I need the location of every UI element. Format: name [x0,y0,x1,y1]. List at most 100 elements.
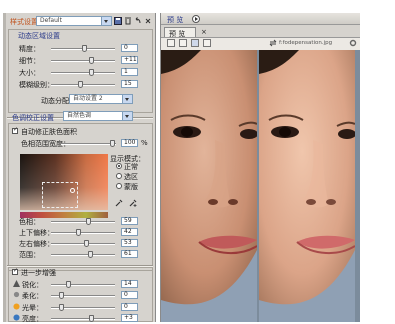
dynamic-dropdown-value: 自动设置 2 [73,95,103,102]
collapse-icon[interactable] [11,32,17,38]
before-image [161,50,257,322]
slider-label: 模糊级别： [19,81,54,89]
slider-track[interactable] [51,232,115,234]
slider-value[interactable]: 59 [121,217,138,225]
slider-value[interactable]: 14 [121,280,138,288]
chevron-down-icon [122,112,132,120]
slider-track[interactable] [51,84,115,86]
delete-icon[interactable] [124,17,132,25]
mode-radio-selection[interactable] [116,173,122,179]
slider-track[interactable] [51,60,115,62]
slider-thumb[interactable] [89,315,94,322]
slider-label: 精度： [19,45,40,53]
slider-label: 大小： [19,69,40,77]
reset-icon[interactable] [144,17,152,25]
enhance-checkbox[interactable] [12,267,18,275]
slider-label: 锐化： [22,281,43,289]
slider-label: 柔化： [22,292,43,300]
slider-label: 细节： [19,57,40,65]
slider-track[interactable] [51,221,115,223]
save-icon[interactable] [114,17,122,25]
dynamic-header: 动态区域设置 [18,32,60,40]
chevron-down-icon [122,95,132,103]
eyedropper-plus-icon[interactable] [129,199,137,207]
slider-value[interactable]: +11 [121,56,138,64]
undo-icon[interactable] [134,17,142,25]
after-image [259,50,355,322]
slider-thumb[interactable] [76,229,81,236]
single-view-icon[interactable] [167,39,175,47]
slider-value[interactable]: 0 [121,44,138,52]
slider-value[interactable]: 61 [121,250,138,258]
split-view-icon[interactable] [179,39,187,47]
slider-thumb[interactable] [82,45,87,52]
settings-panel: 样式设置： Default 动态区域设置 精度： 0 细节： +11 大小： 1… [3,13,156,323]
enhance-header: 进一步增强 [21,269,56,277]
slider-thumb[interactable] [66,281,71,288]
preset-value: Default [40,17,62,24]
slider-label: 亮度： [22,315,43,323]
sharpen-icon [13,280,20,287]
tolerance-unit: % [141,139,148,147]
slider-thumb[interactable] [59,292,64,299]
slider-thumb[interactable] [59,304,64,311]
eyedropper-icon[interactable] [115,199,123,207]
color-selection-box[interactable] [42,182,78,208]
slider-thumb[interactable] [89,69,94,76]
slider-label: 范围： [19,251,40,259]
slider-value[interactable]: 0 [121,291,138,299]
multi-view-icon[interactable] [203,39,211,47]
slider-thumb[interactable] [86,218,91,225]
color-picker[interactable] [20,154,108,210]
slider-thumb[interactable] [84,240,89,247]
tolerance-value[interactable]: 100 [121,139,138,147]
slider-track[interactable] [51,284,115,286]
preset-dropdown[interactable]: Default [36,16,112,26]
slider-thumb[interactable] [78,81,83,88]
slider-track[interactable] [51,72,115,74]
slider-label: 上下偏移： [19,229,54,237]
mode-radio-mask[interactable] [116,183,122,189]
slider-value[interactable]: 0 [121,303,138,311]
panel-grip[interactable] [3,13,6,322]
preview-title: 预 览 [167,16,184,24]
slider-track[interactable] [51,318,115,320]
slider-value[interactable]: 42 [121,228,138,236]
color-preset-value: 自然色调 [67,112,92,119]
slider-value[interactable]: 53 [121,239,138,247]
dynamic-dropdown[interactable]: 自动设置 2 [69,94,133,104]
play-icon[interactable] [192,15,200,23]
slider-value[interactable]: +3 [121,314,138,322]
swap-icon[interactable] [269,39,277,47]
brightness-icon [13,314,20,321]
mode-radio-label: 选区 [124,173,138,181]
soften-icon [13,291,20,298]
slider-label: 左右偏移： [19,240,54,248]
tab-preview[interactable]: 预 览 [164,27,196,38]
side-by-side-view-icon[interactable] [191,39,199,47]
slider-label: 色相： [19,218,40,226]
preview-titlebar [161,13,360,25]
slider-value[interactable]: 15 [121,80,138,88]
slider-thumb[interactable] [88,251,93,258]
color-picker-marker[interactable] [70,188,75,193]
tolerance-track[interactable] [61,143,116,145]
chevron-down-icon [101,17,111,25]
slider-track[interactable] [51,254,115,256]
tab-close-icon[interactable]: × [201,28,207,36]
tolerance-thumb[interactable] [110,140,115,147]
slider-thumb[interactable] [89,57,94,64]
gear-icon[interactable] [349,39,357,47]
mode-radio-label: 蒙版 [124,183,138,191]
slider-value[interactable]: 1 [121,68,138,76]
preview-filename: f:fodepensation.jpg [279,40,333,46]
mode-radio-normal[interactable] [116,163,122,169]
slider-track[interactable] [51,243,115,245]
auto-skin-checkbox[interactable] [12,126,18,134]
color-header: 色调校正设置 [12,114,54,122]
auto-skin-label: 自动修正肤色面积 [21,128,77,136]
slider-label: 光晕： [22,304,43,312]
color-preset-dropdown[interactable]: 自然色调 [63,111,133,121]
mode-radio-label: 正常 [124,163,138,171]
glow-icon [13,303,20,310]
